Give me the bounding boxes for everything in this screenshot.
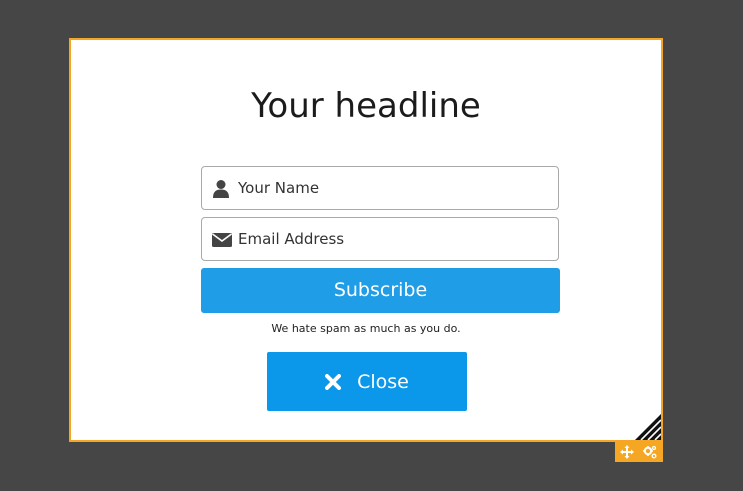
close-button[interactable]: Close: [267, 352, 467, 411]
popup-headline: Your headline: [251, 86, 481, 126]
gears-icon[interactable]: [643, 444, 657, 459]
close-icon: [325, 373, 342, 390]
editor-toolbar: [615, 440, 663, 462]
subscribe-button[interactable]: Subscribe: [201, 268, 560, 313]
name-input[interactable]: [238, 167, 548, 209]
spam-note: We hate spam as much as you do.: [271, 322, 461, 335]
optin-popup: Your headline Subscribe We hate spam as …: [69, 38, 663, 442]
email-field[interactable]: [201, 217, 559, 261]
cursor-icon: ʼ: [354, 0, 360, 2]
envelope-icon: [212, 230, 232, 250]
resize-handle-icon[interactable]: [635, 414, 662, 441]
close-label: Close: [357, 370, 409, 393]
move-icon[interactable]: [620, 444, 634, 459]
email-input[interactable]: [238, 218, 548, 260]
name-field[interactable]: [201, 166, 559, 210]
user-icon: [212, 179, 232, 199]
